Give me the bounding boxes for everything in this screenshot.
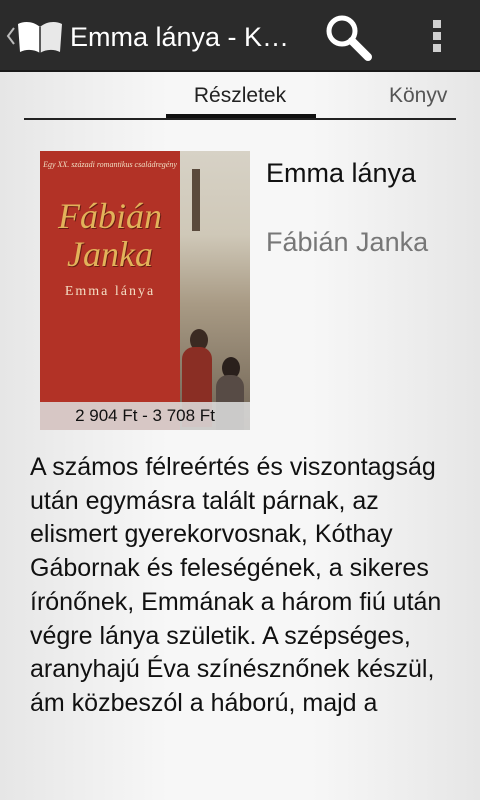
cover-tagline: Egy XX. századi romantikus családregény xyxy=(43,160,177,169)
cover-author: Fábián Janka xyxy=(58,196,162,274)
open-book-icon[interactable] xyxy=(16,18,64,56)
book-author[interactable]: Fábián Janka xyxy=(266,225,446,259)
book-description: A számos félreértés és viszontagság után… xyxy=(30,453,442,717)
book-title: Emma lánya xyxy=(266,158,417,188)
tab-konyv[interactable]: Könyv xyxy=(389,78,447,114)
price-range: 2 904 Ft - 3 708 Ft xyxy=(40,402,250,430)
cover-title: Emma lánya xyxy=(64,284,156,299)
overflow-menu-icon[interactable] xyxy=(424,14,452,58)
tab-bar: Részletek Könyv xyxy=(24,78,456,122)
search-icon[interactable] xyxy=(318,10,378,64)
cover-lighthouse xyxy=(192,169,200,231)
book-cover-image[interactable]: Egy XX. századi romantikus családregény … xyxy=(40,151,250,430)
tab-divider xyxy=(24,118,456,120)
action-bar-title: Emma lánya - K… xyxy=(70,22,290,52)
action-bar: Emma lánya - K… xyxy=(0,0,480,72)
up-caret-icon[interactable] xyxy=(6,26,16,46)
